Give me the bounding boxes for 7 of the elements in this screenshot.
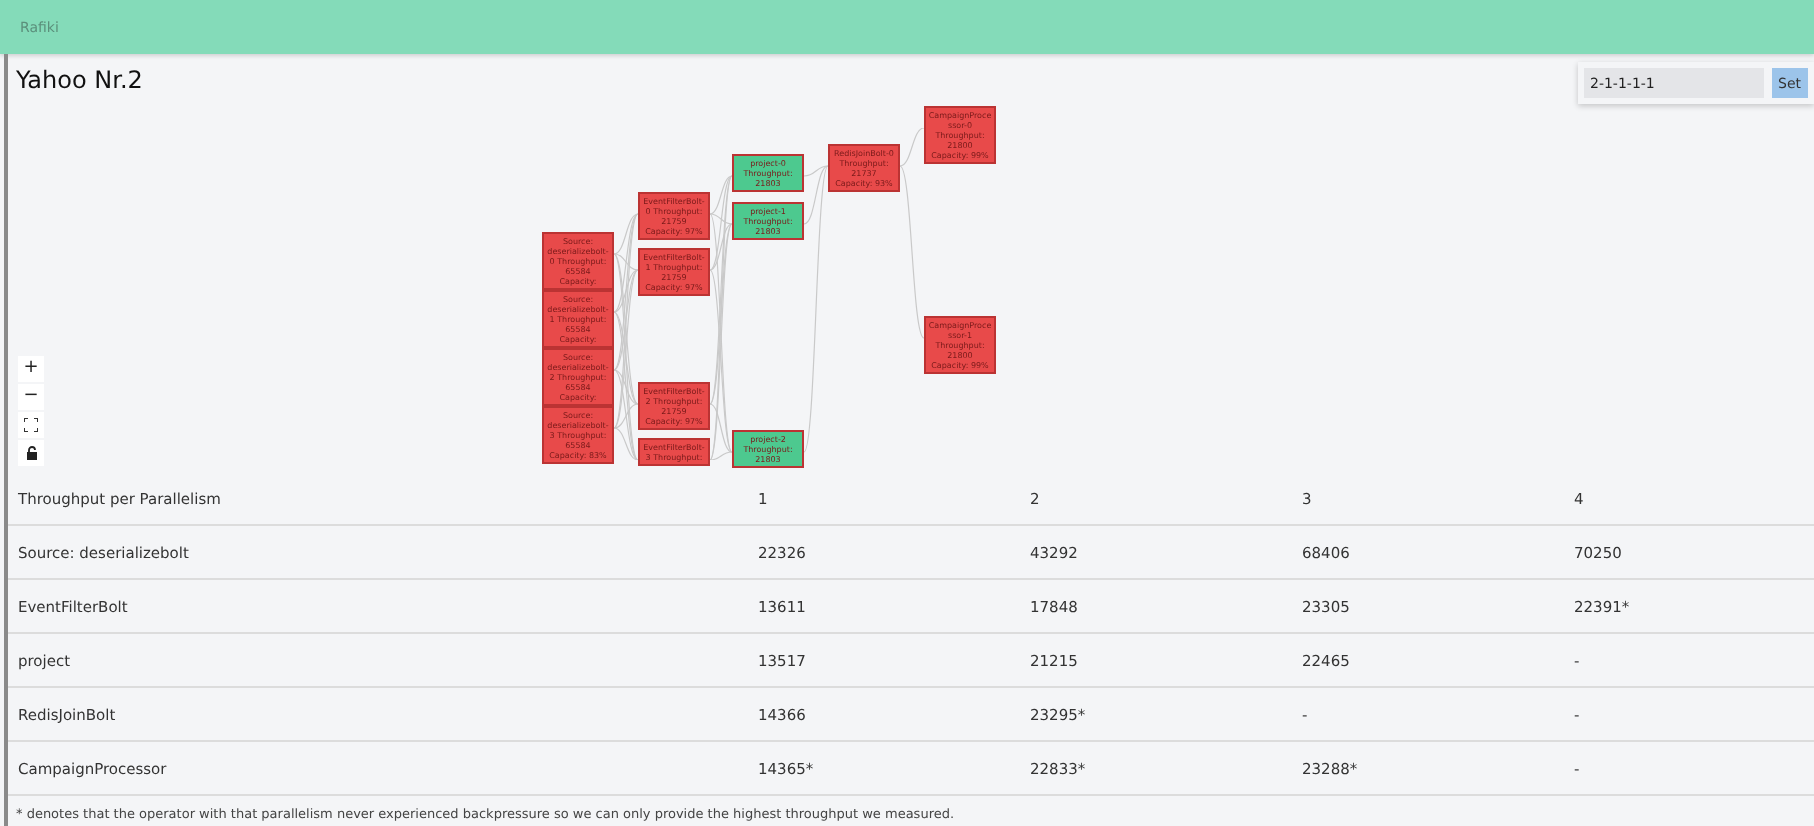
lock-button[interactable] (18, 440, 44, 466)
fit-view-button[interactable] (18, 412, 44, 438)
page-title: Yahoo Nr.2 (16, 66, 143, 94)
zoom-out-button[interactable]: − (18, 384, 44, 410)
lock-icon (25, 446, 37, 460)
zoom-in-button[interactable]: + (18, 356, 44, 382)
fit-view-icon (24, 418, 38, 432)
